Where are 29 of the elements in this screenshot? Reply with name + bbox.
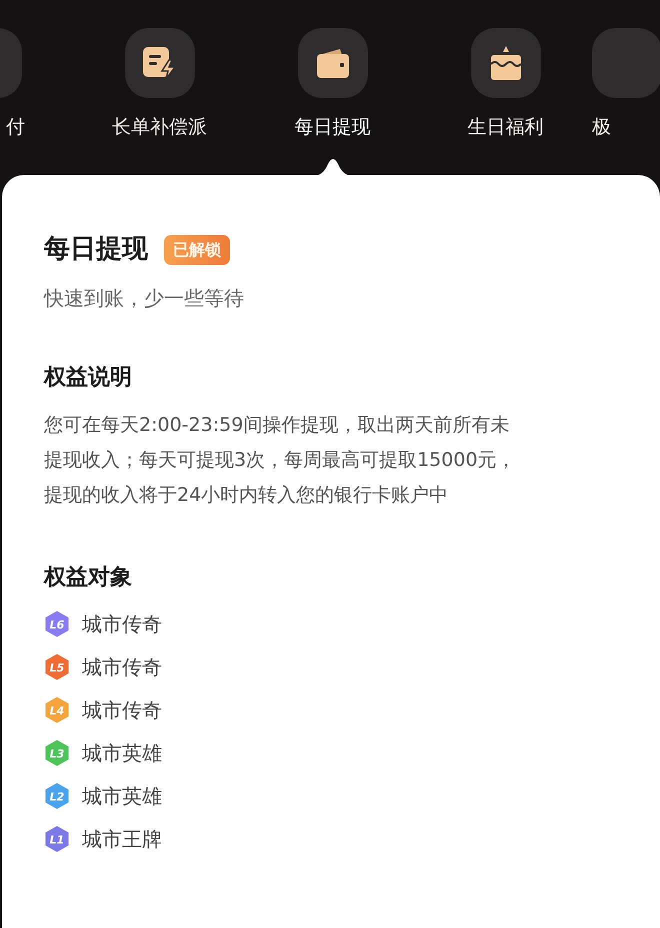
tab-label[interactable]: 极	[592, 115, 611, 140]
detail-title: 每日提现	[44, 233, 148, 266]
level-name: 城市英雄	[82, 740, 162, 766]
level-name: 城市传奇	[82, 654, 162, 680]
tab-label[interactable]: 每日提现	[294, 115, 370, 140]
section-heading: 权益对象	[44, 564, 133, 592]
wallet-icon	[316, 47, 350, 79]
icon-tile[interactable]	[470, 28, 540, 98]
tab-label[interactable]: 付	[6, 115, 73, 140]
level-badge: L3	[44, 738, 70, 766]
level-badge: L5	[44, 652, 70, 680]
tab-label[interactable]: 长单补偿派	[112, 115, 207, 140]
level-badge: L1	[44, 824, 70, 852]
icon-tile[interactable]	[124, 28, 194, 98]
level-badge: L2	[44, 782, 70, 810]
level-name: 城市英雄	[82, 782, 162, 810]
icon-tile[interactable]	[592, 28, 660, 98]
icon-tile[interactable]	[298, 28, 368, 98]
level-name: 城市传奇	[82, 610, 162, 638]
description-text: 您可在每天2:00-23:59间操作提现，取出两天前所有未 提现收入；每天可提现3次，每周最高可提取15000元， 提现的收入将于24小时内转入您的银行卡账户中	[44, 413, 517, 508]
cake-icon	[490, 45, 522, 81]
section-heading: 权益说明	[44, 364, 133, 392]
unlocked-badge: 已解锁	[164, 234, 230, 264]
level-name: 城市传奇	[82, 696, 162, 724]
level-badge: L6	[44, 610, 70, 638]
level-name: 城市王牌	[82, 826, 162, 852]
detail-subtitle: 快速到账，少一些等待	[44, 285, 245, 312]
tab-label[interactable]: 生日福利	[468, 115, 544, 140]
level-badge: L4	[44, 696, 70, 724]
